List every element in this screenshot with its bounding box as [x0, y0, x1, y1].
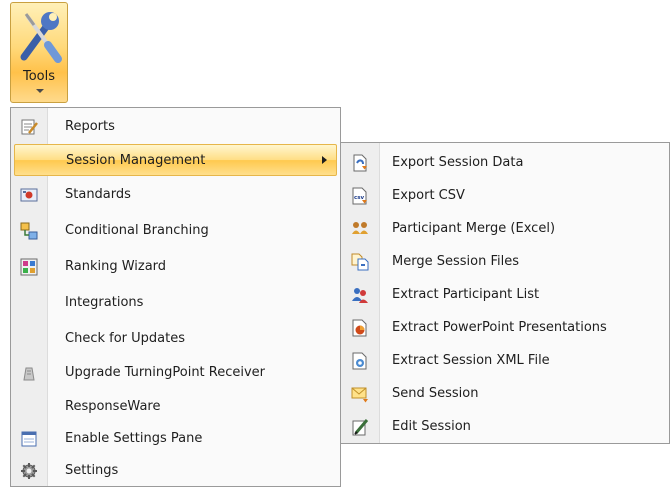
- gear-icon: [21, 463, 37, 479]
- menu-item-reports[interactable]: Reports: [14, 111, 337, 143]
- edit-icon: [352, 419, 369, 436]
- submenu-item-extract-powerpoint[interactable]: Extract PowerPoint Presentations: [344, 312, 666, 344]
- standards-icon: [20, 188, 38, 202]
- menu-item-standards[interactable]: Standards: [14, 179, 337, 211]
- participant-list-icon: [352, 288, 368, 303]
- tools-menu: Reports Session Management Standards Con…: [10, 107, 341, 487]
- menu-item-settings[interactable]: Settings: [14, 455, 337, 487]
- tools-label: Tools: [22, 69, 56, 84]
- chevron-down-icon: [36, 89, 44, 93]
- envelope-icon: [351, 387, 368, 403]
- branching-icon: [20, 222, 38, 240]
- submenu-item-label: Extract Participant List: [392, 287, 540, 302]
- menu-item-label: Integrations: [65, 295, 144, 310]
- settings-pane-icon: [21, 431, 37, 447]
- menu-item-integrations[interactable]: Integrations: [14, 287, 337, 319]
- menu-item-label: ResponseWare: [65, 399, 161, 414]
- tools-icon: [20, 12, 62, 63]
- receiver-icon: [23, 367, 35, 381]
- menu-item-conditional-branching[interactable]: Conditional Branching: [14, 215, 337, 247]
- menu-item-label: Session Management: [66, 153, 206, 168]
- csv-icon: csv: [352, 187, 367, 205]
- powerpoint-icon: [352, 319, 367, 337]
- menu-item-label: Ranking Wizard: [65, 259, 167, 274]
- menu-item-responseware[interactable]: ResponseWare: [14, 391, 337, 423]
- menu-item-enable-settings-pane[interactable]: Enable Settings Pane: [14, 423, 337, 455]
- reports-icon: [21, 119, 38, 135]
- ranking-icon: [20, 258, 38, 276]
- submenu-item-label: Participant Merge (Excel): [392, 221, 556, 236]
- submenu-item-export-session-data[interactable]: Export Session Data: [344, 147, 666, 179]
- menu-item-label: Reports: [65, 119, 115, 134]
- session-management-submenu: Export Session Data csv Export CSV Parti…: [340, 142, 670, 444]
- menu-item-session-management[interactable]: Session Management: [14, 144, 337, 176]
- menu-item-label: Conditional Branching: [65, 223, 209, 238]
- submenu-item-label: Send Session: [392, 386, 479, 401]
- submenu-item-extract-session-xml[interactable]: Extract Session XML File: [344, 345, 666, 377]
- submenu-item-label: Extract Session XML File: [392, 353, 550, 368]
- menu-item-label: Settings: [65, 463, 119, 478]
- menu-item-label: Enable Settings Pane: [65, 431, 203, 446]
- participants-icon: [352, 222, 368, 234]
- submenu-item-label: Export CSV: [392, 188, 465, 203]
- submenu-item-send-session[interactable]: Send Session: [344, 378, 666, 410]
- submenu-item-label: Export Session Data: [392, 155, 524, 170]
- menu-item-label: Standards: [65, 187, 131, 202]
- tools-button[interactable]: Tools: [10, 2, 68, 103]
- menu-item-label: Check for Updates: [65, 331, 185, 346]
- chevron-right-icon: [322, 156, 327, 164]
- submenu-item-edit-session[interactable]: Edit Session: [344, 411, 666, 443]
- menu-item-ranking-wizard[interactable]: Ranking Wizard: [14, 251, 337, 283]
- submenu-item-label: Edit Session: [392, 419, 471, 434]
- xml-icon: [352, 352, 367, 370]
- menu-item-check-for-updates[interactable]: Check for Updates: [14, 323, 337, 355]
- menu-item-label: Upgrade TurningPoint Receiver: [65, 365, 266, 380]
- submenu-item-merge-session-files[interactable]: Merge Session Files: [344, 246, 666, 278]
- submenu-item-extract-participant-list[interactable]: Extract Participant List: [344, 279, 666, 311]
- submenu-item-participant-merge[interactable]: Participant Merge (Excel): [344, 213, 666, 245]
- export-session-icon: [353, 154, 367, 172]
- submenu-item-label: Extract PowerPoint Presentations: [392, 320, 607, 335]
- submenu-item-export-csv[interactable]: csv Export CSV: [344, 180, 666, 212]
- submenu-item-label: Merge Session Files: [392, 254, 519, 269]
- merge-icon: [351, 253, 369, 271]
- menu-item-upgrade-receiver[interactable]: Upgrade TurningPoint Receiver: [14, 357, 337, 389]
